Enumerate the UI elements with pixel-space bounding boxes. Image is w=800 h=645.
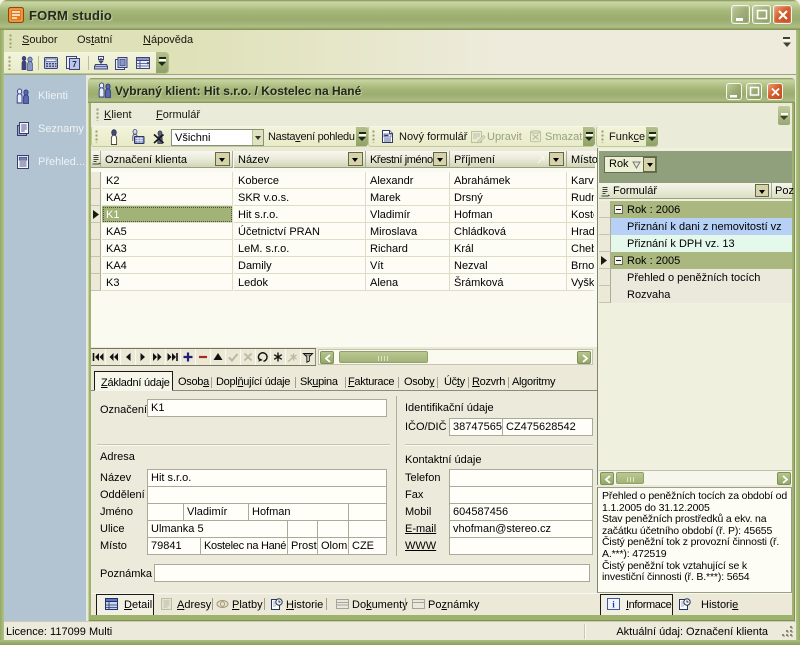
svg-text:7: 7 [72, 60, 77, 69]
